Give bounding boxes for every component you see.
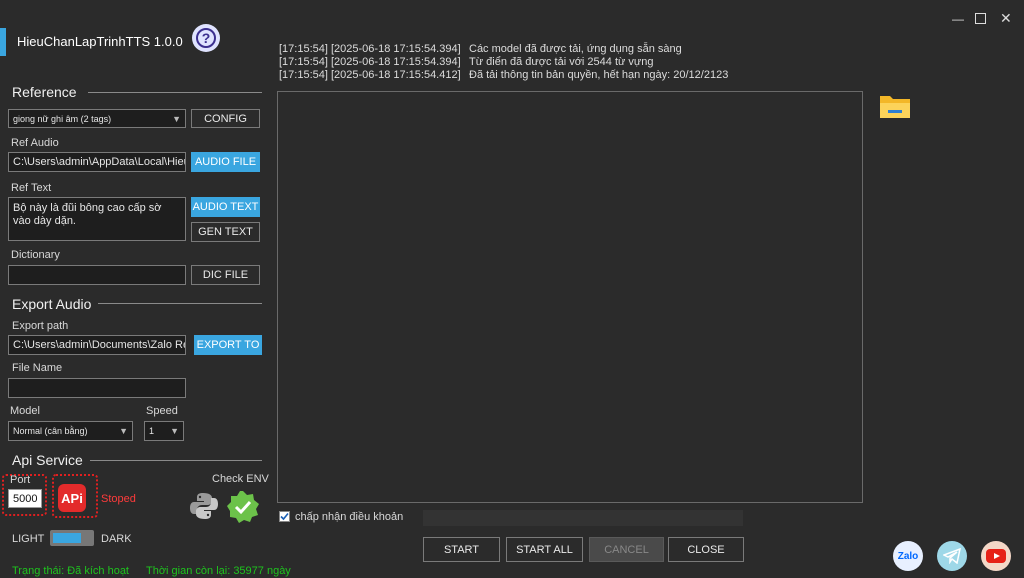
port-input[interactable]: 5000 [8,489,42,508]
log-row: [17:15:54] [2025-06-18 17:15:54.412] Đã t… [279,69,729,81]
activation-status: Trạng thái: Đã kích hoạt [12,565,129,577]
title-accent-bar [0,28,6,56]
app-title: HieuChanLapTrinhTTS 1.0.0 [17,34,183,49]
audio-text-button[interactable]: AUDIO TEXT [191,197,260,217]
log-panel: [17:15:54] [2025-06-18 17:15:54.394] Các … [279,43,728,82]
divider [88,92,262,93]
gen-text-button[interactable]: GEN TEXT [191,222,260,242]
speed-select[interactable]: 1 ▼ [144,421,184,441]
zalo-label: Zalo [897,550,919,562]
divider [98,303,262,304]
export-to-button[interactable]: EXPORT TO [194,335,262,355]
ref-text-area[interactable]: Bộ này là đũi bông cao cấp sờ vào dày dặ… [8,197,186,241]
telegram-icon[interactable] [937,541,967,571]
cancel-button[interactable]: CANCEL [589,537,664,562]
model-select-value: Normal (cân bằng) [13,426,88,436]
api-status: Stoped [101,493,136,505]
api-heading: Api Service [12,452,83,468]
close-window-icon[interactable]: ✕ [1000,10,1012,27]
log-row: [17:15:54] [2025-06-18 17:15:54.394] Từ đ… [279,56,654,68]
speed-label: Speed [146,405,178,417]
ref-audio-label: Ref Audio [11,137,59,149]
chevron-down-icon: ▼ [170,426,179,436]
port-label: Port [10,474,31,486]
python-icon[interactable] [188,490,220,527]
dictionary-label: Dictionary [11,249,60,261]
api-toggle-icon[interactable]: APi [58,484,86,512]
maximize-icon[interactable] [975,13,986,24]
chevron-down-icon: ▼ [172,113,181,124]
theme-toggle[interactable] [50,530,94,546]
export-path-input[interactable]: C:\Users\admin\Documents\Zalo Rec [8,335,186,355]
check-env-ok-icon[interactable] [226,490,260,529]
audio-file-button[interactable]: AUDIO FILE [191,152,260,172]
ref-text-label: Ref Text [11,182,52,194]
export-heading: Export Audio [12,296,92,312]
divider [90,460,262,461]
reference-heading: Reference [12,84,77,100]
output-panel[interactable] [277,91,863,503]
dark-label: DARK [101,533,132,545]
zalo-icon[interactable]: Zalo [893,541,923,571]
api-icon-label: APi [61,490,83,506]
log-row: [17:15:54] [2025-06-18 17:15:54.394] Các … [279,43,682,55]
close-button[interactable]: CLOSE [668,537,744,562]
file-name-label: File Name [12,362,63,374]
youtube-icon[interactable] [981,541,1011,571]
start-button[interactable]: START [423,537,500,562]
check-env-label: Check ENV [212,473,269,485]
check-icon [280,512,289,521]
speed-select-value: 1 [149,426,155,436]
voice-select-value: giong nữ ghi âm (2 tags) [13,113,112,124]
chevron-down-icon: ▼ [119,426,128,436]
help-icon[interactable]: ? [192,24,220,52]
export-path-label: Export path [12,320,69,332]
start-all-button[interactable]: START ALL [506,537,583,562]
voice-select[interactable]: giong nữ ghi âm (2 tags) ▼ [8,109,186,128]
ref-audio-input[interactable]: C:\Users\admin\AppData\Local\Hieu( [8,152,186,172]
model-label: Model [10,405,40,417]
config-button[interactable]: CONFIG [191,109,260,128]
svg-text:?: ? [202,30,211,46]
time-remaining: Thời gian còn lại: 35977 ngày [146,565,291,577]
progress-bar [423,510,743,526]
folder-icon[interactable] [879,92,911,125]
light-label: LIGHT [12,533,45,545]
model-select[interactable]: Normal (cân bằng) ▼ [8,421,133,441]
theme-toggle-knob [53,533,81,543]
terms-label: chấp nhận điều khoản [295,511,404,523]
minimize-icon[interactable]: — [952,12,964,26]
dictionary-input[interactable] [8,265,186,285]
terms-checkbox[interactable] [279,511,290,522]
file-name-input[interactable] [8,378,186,398]
dic-file-button[interactable]: DIC FILE [191,265,260,285]
